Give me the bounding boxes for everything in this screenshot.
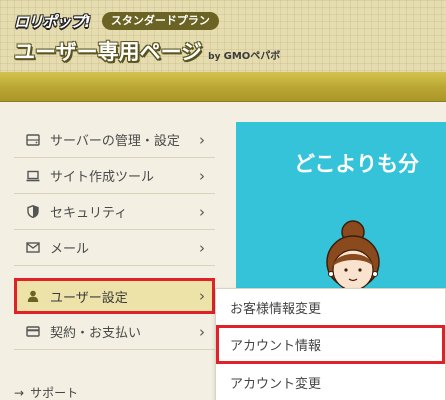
arrow-right-icon: →: [14, 385, 25, 400]
sidebar-item-label: セキュリティ: [50, 206, 128, 221]
user-icon: [26, 289, 40, 303]
mail-icon: [26, 241, 40, 255]
chevron-right-icon: ›: [199, 166, 205, 185]
lolipop-logo[interactable]: ロリポップ!: [14, 11, 91, 32]
support-label: サポート: [30, 386, 79, 400]
sidebar-item-label: 契約・お支払い: [50, 326, 142, 341]
plan-badge: スタンダードプラン: [101, 12, 219, 30]
character-illustration: [316, 214, 406, 298]
brand-by: by: [208, 52, 221, 62]
user-settings-submenu: お客様情報変更 アカウント情報 アカウント変更: [215, 288, 446, 400]
hero-text: どこよりも分: [294, 152, 419, 176]
sidebar-item-site-tools[interactable]: サイト作成ツール ›: [14, 158, 215, 194]
server-icon: [26, 133, 40, 147]
logo-row: ロリポップ! スタンダードプラン: [14, 10, 219, 32]
submenu-item-label: お客様情報変更: [230, 301, 322, 317]
sidebar-item-label: ユーザー設定: [50, 290, 128, 306]
shield-icon: [26, 205, 40, 219]
sidebar-item-server[interactable]: サーバーの管理・設定 ›: [14, 122, 215, 158]
sidebar-item-user-settings[interactable]: ユーザー設定 ›: [14, 278, 215, 314]
sidebar-item-label: サイト作成ツール: [50, 170, 155, 185]
sidebar-item-label: メール: [50, 242, 90, 257]
sidebar-item-billing[interactable]: 契約・お支払い ›: [14, 314, 215, 350]
submenu-item-customer-info[interactable]: お客様情報変更: [216, 289, 445, 326]
submenu-item-label: アカウント情報: [230, 339, 322, 354]
sidebar-item-label: サーバーの管理・設定: [50, 134, 180, 149]
support-link[interactable]: → サポート: [14, 384, 78, 400]
header-band: [0, 72, 446, 102]
chevron-right-icon: ›: [199, 202, 205, 221]
brand-name: GMOペパボ: [223, 51, 281, 62]
submenu-item-account-change[interactable]: アカウント変更: [216, 364, 445, 400]
submenu-item-account-info[interactable]: アカウント情報: [216, 325, 445, 364]
submenu-item-label: アカウント変更: [230, 377, 322, 392]
credit-card-icon: [26, 325, 40, 339]
sidebar: サーバーの管理・設定 › サイト作成ツール › セキュリティ › メール › ユ…: [14, 122, 215, 350]
chevron-right-icon: ›: [199, 130, 205, 149]
title-row: ユーザー専用ページ by GMOペパボ: [14, 36, 280, 66]
chevron-right-icon: ›: [199, 287, 205, 305]
page-title: ユーザー専用ページ: [14, 40, 203, 64]
header: ロリポップ! スタンダードプラン ユーザー専用ページ by GMOペパボ: [0, 0, 446, 72]
chevron-right-icon: ›: [199, 238, 205, 257]
laptop-icon: [26, 169, 40, 183]
brand-credit: by GMOペパボ: [208, 47, 280, 62]
sidebar-item-mail[interactable]: メール ›: [14, 230, 215, 266]
sidebar-item-security[interactable]: セキュリティ ›: [14, 194, 215, 230]
chevron-right-icon: ›: [199, 322, 205, 341]
